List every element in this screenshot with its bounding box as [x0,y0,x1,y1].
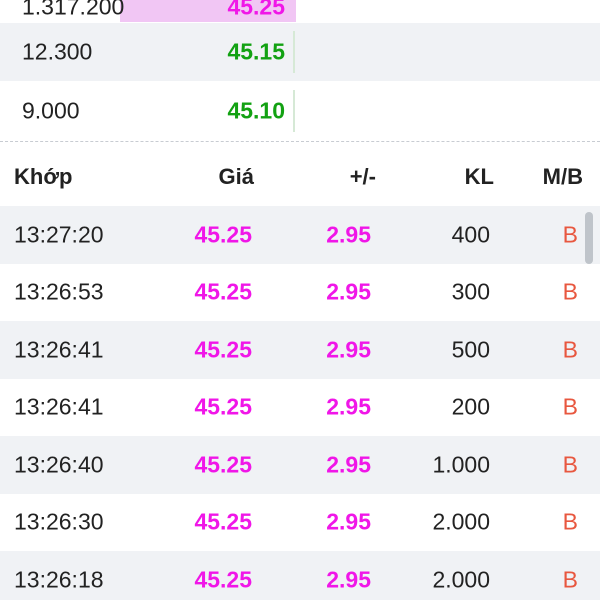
table-row[interactable]: 13:26:41 45.25 2.95 200 B [0,378,600,436]
trade-side: B [562,566,578,593]
scrollbar-thumb[interactable] [585,212,593,264]
trade-price: 45.25 [194,566,252,593]
trade-change: 2.95 [326,451,371,478]
column-divider [293,31,295,73]
table-row[interactable]: 13:26:53 45.25 2.95 300 B [0,263,600,321]
trade-volume: 1.000 [432,451,490,478]
order-price: 45.10 [227,97,285,124]
trade-change: 2.95 [326,508,371,535]
header-price[interactable]: Giá [219,164,254,190]
trade-side: B [562,508,578,535]
trade-volume: 2.000 [432,508,490,535]
table-row[interactable]: 13:26:40 45.25 2.95 1.000 B [0,436,600,494]
trade-price: 45.25 [194,221,252,248]
trade-side: B [562,451,578,478]
trade-volume: 400 [451,221,490,248]
trade-time: 13:27:20 [14,221,104,248]
order-book-row[interactable]: 12.300 45.15 [0,23,600,82]
trade-change: 2.95 [326,278,371,305]
matched-trades-panel: Khớp Giá +/- KL M/B 13:27:20 45.25 2.95 400… [0,148,600,600]
order-volume: 1.317.200 [22,0,125,20]
order-book-row[interactable]: 9.000 45.10 [0,82,600,141]
section-divider [0,141,600,142]
order-book: 1.317.200 45.25 12.300 45.15 9.000 45.10 [0,0,600,142]
trade-price: 45.25 [194,336,252,363]
trades-list: 13:27:20 45.25 2.95 400 B 13:26:53 45.25 2.95 30… [0,206,600,600]
order-price: 45.15 [227,38,285,65]
table-row[interactable]: 13:26:18 45.25 2.95 2.000 B [0,551,600,600]
order-book-row[interactable]: 1.317.200 45.25 [0,0,600,23]
trade-side: B [562,278,578,305]
column-divider [293,90,295,132]
trade-time: 13:26:53 [14,278,104,305]
order-volume: 12.300 [22,38,93,65]
trade-time: 13:26:30 [14,508,104,535]
trade-time: 13:26:41 [14,393,104,420]
header-volume[interactable]: KL [465,164,494,190]
trade-price: 45.25 [194,278,252,305]
table-row[interactable]: 13:26:30 45.25 2.95 2.000 B [0,493,600,551]
trades-header: Khớp Giá +/- KL M/B [0,148,600,206]
trade-change: 2.95 [326,393,371,420]
header-change[interactable]: +/- [350,164,376,190]
trade-change: 2.95 [326,336,371,363]
trade-price: 45.25 [194,451,252,478]
table-row[interactable]: 13:26:41 45.25 2.95 500 B [0,321,600,379]
order-volume: 9.000 [22,97,80,124]
scrollbar[interactable] [584,206,600,600]
trade-volume: 300 [451,278,490,305]
trade-side: B [562,393,578,420]
trade-volume: 200 [451,393,490,420]
stock-trade-panel: 1.317.200 45.25 12.300 45.15 9.000 45.10 Khớp… [0,0,600,600]
trade-time: 13:26:18 [14,566,104,593]
trade-volume: 500 [451,336,490,363]
trade-time: 13:26:41 [14,336,104,363]
trade-change: 2.95 [326,566,371,593]
trade-side: B [562,221,578,248]
trade-price: 45.25 [194,393,252,420]
trade-price: 45.25 [194,508,252,535]
trade-side: B [562,336,578,363]
trade-time: 13:26:40 [14,451,104,478]
order-price: 45.25 [227,0,285,20]
header-time[interactable]: Khớp [14,164,72,190]
header-side[interactable]: M/B [543,164,583,190]
trade-change: 2.95 [326,221,371,248]
trade-volume: 2.000 [432,566,490,593]
table-row[interactable]: 13:27:20 45.25 2.95 400 B [0,206,600,264]
